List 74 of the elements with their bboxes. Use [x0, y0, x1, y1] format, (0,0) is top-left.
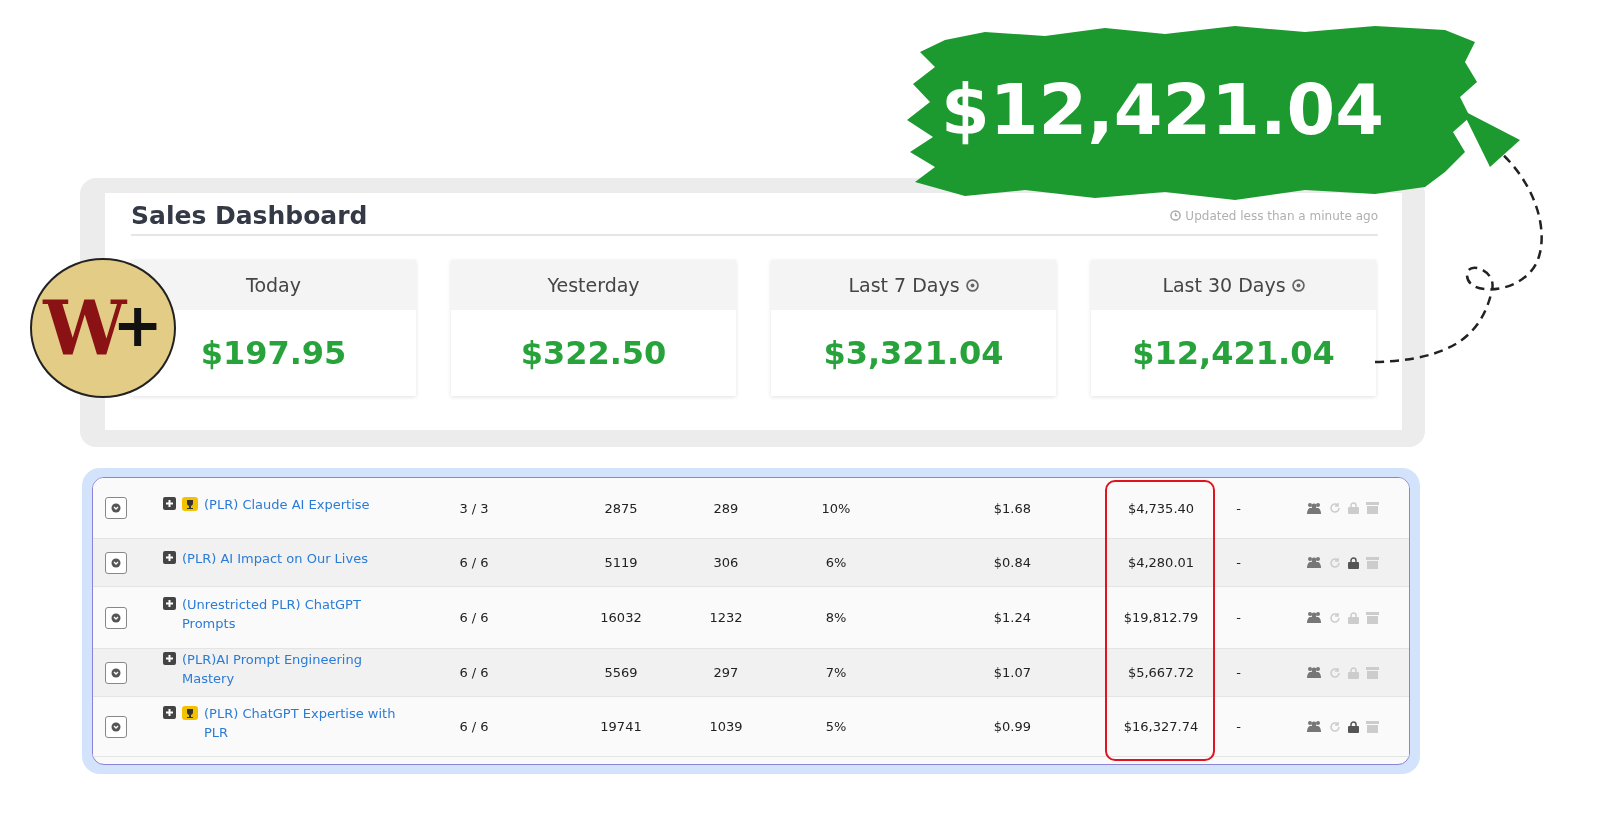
- plus-icon[interactable]: [163, 496, 176, 510]
- total-cell-text: $16,327.74: [1122, 719, 1200, 734]
- sales-cell-text: 1039: [708, 719, 744, 734]
- cost-cell-text: $0.84: [992, 555, 1032, 570]
- total-cell-text: $19,812.79: [1122, 610, 1200, 625]
- expand-button[interactable]: [105, 606, 127, 629]
- expand-button[interactable]: [105, 497, 127, 519]
- stat-label: Last 7 Days: [848, 274, 960, 296]
- rate-cell-text: 7%: [824, 665, 848, 680]
- total-cell-text: $4,735.40: [1126, 500, 1196, 516]
- plus-icon[interactable]: [163, 551, 176, 564]
- chevron-icon: [111, 667, 121, 678]
- rate-cell-text: 5%: [824, 719, 848, 734]
- stat-label: Last 30 Days: [1162, 274, 1286, 296]
- banner-amount: $12,421.04: [941, 68, 1384, 151]
- updated-text: Updated less than a minute ago: [1185, 208, 1378, 223]
- rate-cell-text: 10%: [820, 500, 852, 516]
- plus-icon[interactable]: [163, 651, 176, 665]
- stat-value: $322.50: [520, 334, 667, 372]
- product-link[interactable]: (Unrestricted PLR) ChatGPT Prompts: [182, 594, 397, 633]
- sales-cell-text: 289: [712, 500, 740, 516]
- cost-cell-text: $1.07: [992, 665, 1032, 680]
- stat-label: Today: [246, 274, 301, 296]
- users-icon[interactable]: [1306, 501, 1322, 515]
- stat-value: $197.95: [200, 334, 347, 372]
- users-icon[interactable]: [1306, 666, 1322, 679]
- dash-cell-text: -: [1235, 610, 1242, 625]
- product-link[interactable]: (PLR) AI Impact on Our Lives: [182, 549, 368, 568]
- stat-label: Yesterday: [547, 274, 640, 296]
- views-cell-text: 19741: [599, 719, 643, 734]
- cost-cell-text: $1.68: [992, 500, 1032, 516]
- fraction-cell-text: 6 / 6: [458, 555, 490, 570]
- product-link[interactable]: (PLR) ChatGPT Expertise with PLR: [204, 703, 419, 742]
- cost-cell-text: $0.99: [992, 719, 1032, 734]
- expand-button[interactable]: [105, 661, 127, 684]
- cost-cell-text: $1.24: [992, 610, 1032, 625]
- sales-cell-text: 297: [712, 665, 740, 680]
- fraction-cell-text: 6 / 6: [458, 719, 490, 734]
- dash-cell-text: -: [1235, 500, 1242, 516]
- views-cell-text: 2875: [603, 500, 639, 516]
- fraction-cell-text: 6 / 6: [458, 610, 490, 625]
- chevron-icon: [111, 503, 121, 513]
- plus-icon[interactable]: [163, 705, 176, 719]
- total-cell-text: $5,667.72: [1126, 665, 1196, 680]
- dash-cell-text: -: [1235, 665, 1242, 680]
- stat-value: $3,321.04: [823, 334, 1004, 372]
- views-cell-text: 5119: [603, 555, 639, 570]
- chevron-icon: [111, 557, 121, 568]
- dash-cell-text: -: [1235, 719, 1242, 734]
- fraction-cell-text: 3 / 3: [458, 500, 490, 516]
- users-icon[interactable]: [1306, 720, 1322, 733]
- product-link[interactable]: (PLR) Claude AI Expertise: [204, 494, 370, 514]
- lock-icon[interactable]: [1348, 720, 1359, 733]
- product-link[interactable]: (PLR)AI Prompt Engineering Mastery: [182, 649, 397, 688]
- expand-button[interactable]: [105, 715, 127, 738]
- views-cell-text: 16032: [599, 610, 643, 625]
- plus-icon[interactable]: [163, 596, 176, 610]
- chevron-icon: [111, 721, 121, 732]
- dash-cell-text: -: [1235, 555, 1242, 570]
- stat-value: $12,421.04: [1132, 334, 1335, 372]
- lock-icon[interactable]: [1348, 556, 1359, 569]
- rate-cell-text: 8%: [824, 610, 848, 625]
- chevron-icon: [111, 612, 121, 623]
- fraction-cell-text: 6 / 6: [458, 665, 490, 680]
- users-icon[interactable]: [1306, 611, 1322, 624]
- clock-icon: [1170, 210, 1182, 221]
- users-icon[interactable]: [1306, 556, 1322, 569]
- sales-cell-text: 306: [712, 555, 740, 570]
- dashboard-title: Sales Dashboard: [131, 201, 368, 230]
- expand-button[interactable]: [105, 551, 127, 574]
- views-cell-text: 5569: [603, 665, 639, 680]
- total-cell-text: $4,280.01: [1126, 555, 1196, 570]
- rate-cell-text: 6%: [824, 555, 848, 570]
- sales-cell-text: 1232: [708, 610, 744, 625]
